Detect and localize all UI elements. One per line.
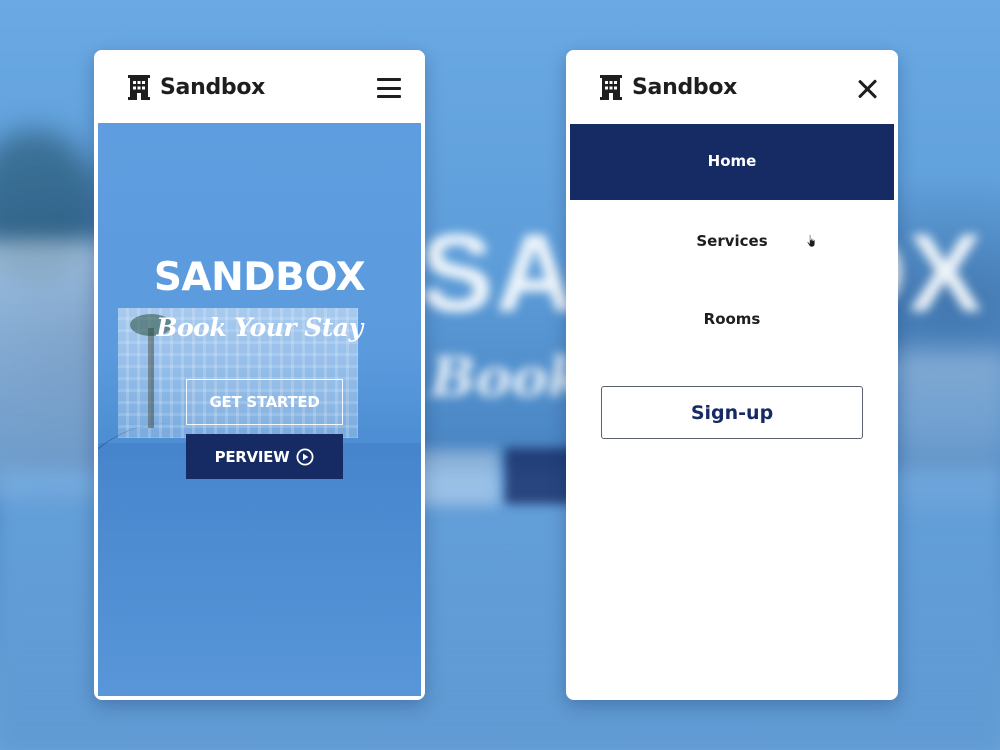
signup-label: Sign-up <box>690 401 774 424</box>
perview-button[interactable]: PERVIEW <box>186 434 343 479</box>
play-circle-icon <box>296 448 314 465</box>
hamburger-line <box>377 95 401 98</box>
brand-name: Sandbox <box>632 74 738 100</box>
hero-section: SANDBOX Book Your Stay GET STARTED PERVI… <box>98 123 421 696</box>
navbar: Sandbox <box>94 50 425 123</box>
hamburger-line <box>377 86 401 90</box>
mobile-screen-menu: Sandbox Home Services Rooms Sign-up <box>566 50 898 700</box>
brand-name: Sandbox <box>160 74 266 100</box>
menu-item-label: Services <box>696 231 768 250</box>
get-started-button[interactable]: GET STARTED <box>186 379 343 425</box>
menu-item-label: Rooms <box>703 309 761 328</box>
get-started-label: GET STARTED <box>209 393 320 411</box>
menu-item-home[interactable]: Home <box>570 124 894 248</box>
signup-button[interactable]: Sign-up <box>601 386 863 439</box>
hero-tagline: Book Your Stay <box>156 313 363 342</box>
hero-title: SANDBOX <box>153 255 366 300</box>
hero-palm-tree <box>130 314 172 428</box>
perview-label: PERVIEW <box>214 447 290 466</box>
hamburger-line <box>377 78 401 81</box>
brand-logo[interactable]: Sandbox <box>599 72 737 102</box>
hamburger-menu-icon[interactable] <box>377 78 401 98</box>
close-icon[interactable] <box>857 78 879 100</box>
mobile-screen-hero: Sandbox SANDBOX Book Your Stay GET START… <box>94 50 425 700</box>
menu-item-services[interactable]: Services <box>570 202 894 279</box>
brand-logo[interactable]: Sandbox <box>127 72 265 102</box>
navbar: Sandbox <box>566 50 898 123</box>
menu-item-rooms[interactable]: Rooms <box>570 280 894 357</box>
hotel-building-icon <box>600 75 622 100</box>
menu-item-label: Home <box>707 152 757 170</box>
hotel-building-icon <box>128 75 150 100</box>
